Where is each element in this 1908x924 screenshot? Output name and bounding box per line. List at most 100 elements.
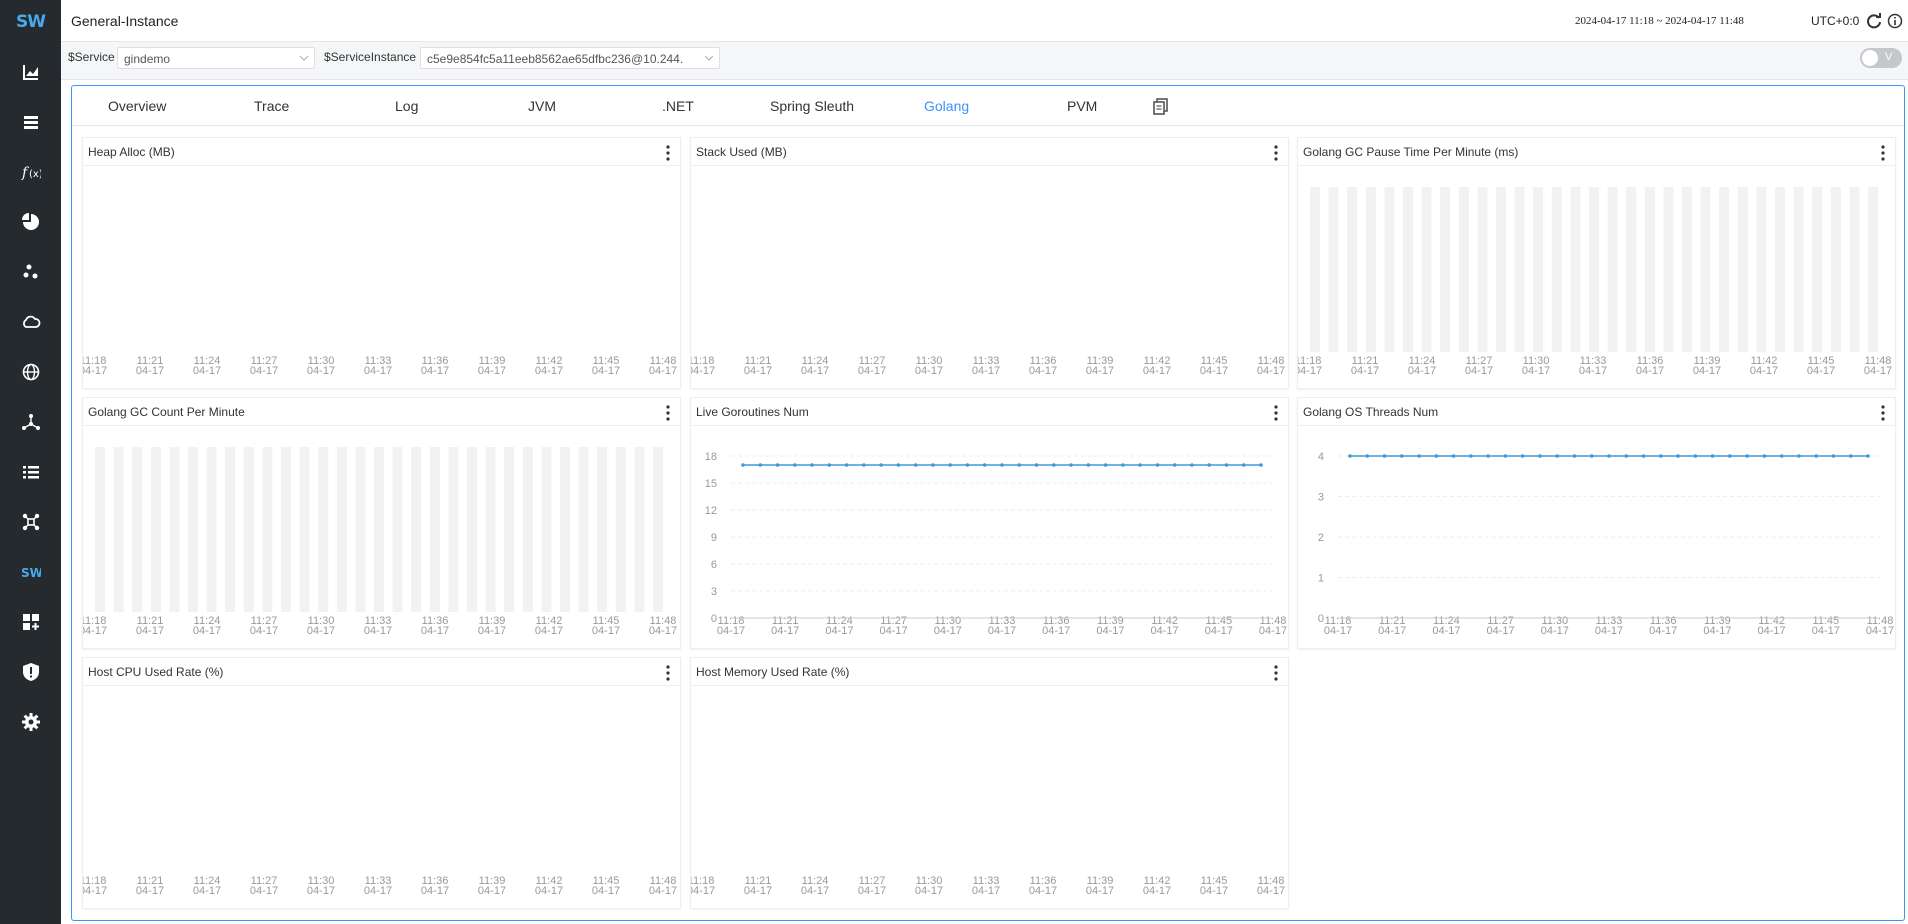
tab-jvm[interactable]: JVM [528,98,556,114]
data-point[interactable] [1017,463,1022,467]
sidebar-item-settings[interactable] [0,702,61,742]
sidebar-item-database[interactable] [0,102,61,142]
more-vertical-icon[interactable] [666,405,670,421]
tab-trace[interactable]: Trace [254,98,289,114]
data-point[interactable] [1710,454,1715,458]
data-point[interactable] [1728,454,1732,458]
sidebar-item-dots[interactable] [0,252,61,292]
copy-icon[interactable] [1152,97,1170,115]
sidebar-item-network[interactable] [0,502,61,542]
data-point[interactable] [1607,454,1611,458]
data-point[interactable] [1624,454,1629,458]
data-point[interactable] [741,463,745,467]
data-point[interactable] [931,463,935,467]
tab-pvm[interactable]: PVM [1067,98,1097,114]
data-point[interactable] [1052,463,1056,467]
data-point[interactable] [1121,463,1125,467]
data-point[interactable] [1172,463,1177,467]
data-point[interactable] [810,463,814,467]
more-vertical-icon[interactable] [1881,145,1885,161]
data-point[interactable] [1779,454,1784,458]
data-point[interactable] [1400,454,1404,458]
data-point[interactable] [1241,463,1246,467]
time-range-picker[interactable]: 2024-04-17 11:18 ~ 2024-04-17 11:48 [1575,15,1744,27]
data-point[interactable] [1831,454,1836,458]
data-point[interactable] [1745,454,1749,458]
tab-spring-sleuth[interactable]: Spring Sleuth [770,98,854,114]
data-point[interactable] [1676,454,1680,458]
visualization-toggle[interactable]: V [1860,48,1902,68]
data-point[interactable] [1762,454,1767,458]
sidebar-item-pie[interactable] [0,202,61,242]
data-point[interactable] [1659,454,1663,458]
skywalking-logo[interactable]: SW [0,0,61,44]
data-point[interactable] [1434,454,1439,458]
data-point[interactable] [1797,454,1801,458]
data-point[interactable] [1382,454,1387,458]
sidebar-item-list[interactable] [0,452,61,492]
data-point[interactable] [1259,463,1263,467]
data-point[interactable] [1538,454,1542,458]
data-point[interactable] [1469,454,1473,458]
more-vertical-icon[interactable] [1274,405,1278,421]
data-point[interactable] [1207,463,1211,467]
data-point[interactable] [1693,454,1698,458]
more-vertical-icon[interactable] [666,145,670,161]
timezone-label[interactable]: UTC+0:0 [1811,14,1859,28]
data-point[interactable] [793,463,797,467]
data-point[interactable] [862,463,866,467]
more-vertical-icon[interactable] [1274,665,1278,681]
sidebar-item-alert[interactable] [0,652,61,692]
data-point[interactable] [1572,454,1577,458]
data-point[interactable] [1224,463,1229,467]
tab-log[interactable]: Log [395,98,418,114]
sidebar-item-skywalking[interactable]: SW [0,552,61,592]
data-point[interactable] [1814,454,1818,458]
data-point[interactable] [1034,463,1039,467]
data-point[interactable] [1589,454,1594,458]
data-point[interactable] [1086,463,1091,467]
data-point[interactable] [1190,463,1194,467]
data-point[interactable] [844,463,849,467]
data-point[interactable] [1486,454,1490,458]
data-point[interactable] [1069,463,1073,467]
data-point[interactable] [1555,454,1559,458]
data-point[interactable] [1417,454,1421,458]
info-icon[interactable] [1887,13,1903,29]
data-point[interactable] [1348,454,1352,458]
data-point[interactable] [1848,454,1853,458]
data-point[interactable] [827,463,832,467]
data-point[interactable] [1365,454,1370,458]
tab-overview[interactable]: Overview [108,98,166,114]
data-point[interactable] [1138,463,1142,467]
more-vertical-icon[interactable] [666,665,670,681]
data-point[interactable] [1520,454,1525,458]
data-point[interactable] [775,463,780,467]
data-point[interactable] [982,463,987,467]
data-point[interactable] [1503,454,1508,458]
data-point[interactable] [1641,454,1646,458]
service-select[interactable]: gindemo [117,47,315,69]
more-vertical-icon[interactable] [1881,405,1885,421]
data-point[interactable] [1155,463,1160,467]
data-point[interactable] [948,463,952,467]
data-point[interactable] [1451,454,1456,458]
sidebar-item-function[interactable]: f(x) [0,152,61,192]
refresh-icon[interactable] [1866,13,1882,29]
data-point[interactable] [913,463,918,467]
data-point[interactable] [896,463,901,467]
sidebar-item-cloud[interactable] [0,302,61,342]
more-vertical-icon[interactable] [1274,145,1278,161]
service-instance-select[interactable]: c5e9e854fc5a11eeb8562ae65dfbc236@10.244. [420,47,720,69]
data-point[interactable] [1103,463,1108,467]
sidebar-item-globe[interactable] [0,352,61,392]
data-point[interactable] [1866,454,1870,458]
sidebar-item-dashboard-add[interactable] [0,602,61,642]
data-point[interactable] [758,463,763,467]
sidebar-item-chart[interactable] [0,52,61,92]
tab-golang[interactable]: Golang [924,98,969,114]
tab-dotnet[interactable]: .NET [662,98,694,114]
data-point[interactable] [965,463,970,467]
data-point[interactable] [1000,463,1004,467]
data-point[interactable] [879,463,883,467]
